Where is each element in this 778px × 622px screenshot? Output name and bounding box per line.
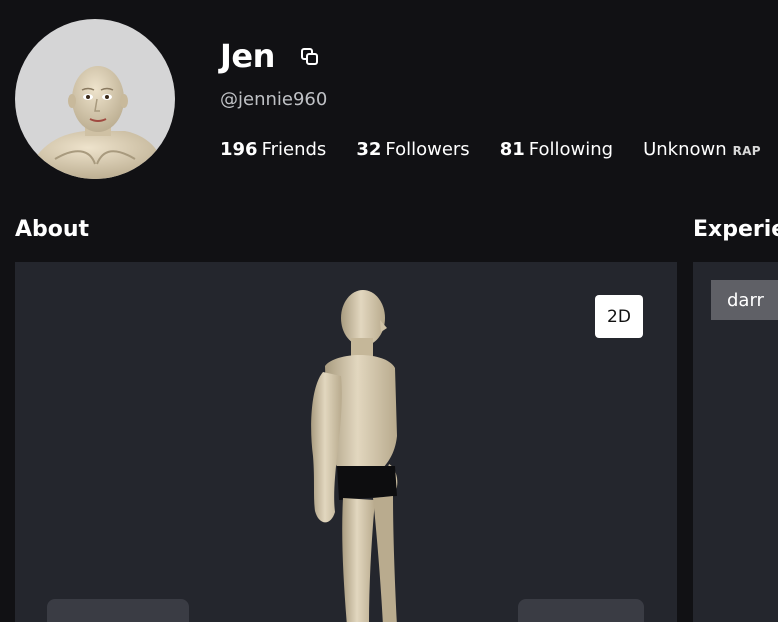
- friends-count: 196: [220, 139, 258, 160]
- viewer-bottom-left-button[interactable]: [47, 599, 189, 622]
- rap-stat: Unknown RAP: [643, 138, 761, 163]
- avatar-3d-figure: [311, 290, 398, 622]
- toggle-2d-button[interactable]: 2D: [595, 295, 643, 338]
- viewer-bottom-right-button[interactable]: [518, 599, 644, 622]
- avatar[interactable]: [15, 19, 175, 179]
- about-heading: About: [15, 217, 90, 242]
- following-count: 81: [499, 139, 525, 160]
- followers-count: 32: [356, 139, 382, 160]
- copy-icon[interactable]: [300, 47, 320, 67]
- profile-stats: 196 Friends 32 Followers 81 Following Unkno…: [220, 138, 761, 163]
- followers-label: Followers: [385, 139, 470, 160]
- avatar-viewer-panel[interactable]: 2D: [15, 262, 677, 622]
- username: @jennie960: [220, 89, 328, 110]
- experiences-panel: darr: [693, 262, 778, 622]
- friends-link[interactable]: 196 Friends: [220, 138, 326, 162]
- experiences-heading: Experie: [693, 217, 778, 242]
- experience-tag[interactable]: darr: [711, 280, 778, 320]
- friends-label: Friends: [261, 139, 327, 160]
- rap-label: RAP: [732, 144, 761, 158]
- followers-link[interactable]: 32 Followers: [356, 138, 469, 162]
- rap-value: Unknown: [643, 139, 727, 160]
- display-name: Jen: [220, 37, 275, 75]
- avatar-headshot-image: [25, 66, 165, 179]
- following-link[interactable]: 81 Following: [500, 138, 613, 162]
- following-label: Following: [528, 139, 614, 160]
